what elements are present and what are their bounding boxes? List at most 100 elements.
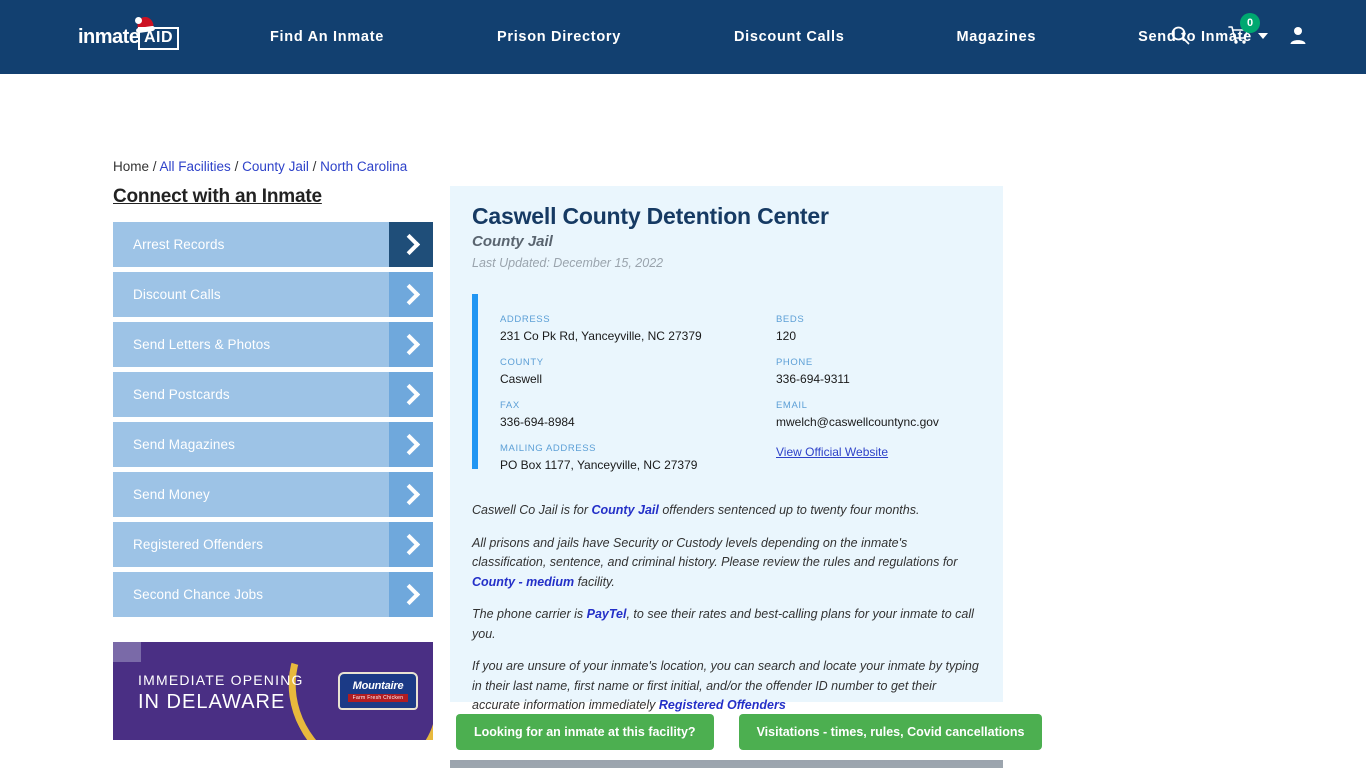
- chevron-right-icon: [389, 472, 433, 517]
- breadcrumb-home[interactable]: Home: [113, 159, 149, 174]
- inline-link[interactable]: Registered Offenders: [659, 698, 786, 712]
- detail-mailing-address: MAILING ADDRESS PO Box 1177, Yanceyville…: [500, 443, 776, 472]
- ad-headline-line1: IMMEDIATE OPENING: [138, 672, 304, 688]
- detail-label: BEDS: [776, 314, 805, 325]
- detail-label: COUNTY: [500, 357, 544, 368]
- description-paragraph-1: Caswell Co Jail is for County Jail offen…: [472, 503, 920, 517]
- sidebar-item-second-chance-jobs[interactable]: Second Chance Jobs: [113, 572, 433, 617]
- sidebar-item-label: Discount Calls: [133, 287, 221, 302]
- ad-corner-accent: [113, 642, 141, 662]
- detail-value: 336-694-8984: [500, 415, 575, 429]
- detail-label: EMAIL: [776, 400, 808, 411]
- detail-label: ADDRESS: [500, 314, 551, 325]
- facility-details-box: ADDRESS 231 Co Pk Rd, Yanceyville, NC 27…: [472, 294, 982, 472]
- sidebar-item-send-magazines[interactable]: Send Magazines: [113, 422, 433, 467]
- sidebar-advertisement[interactable]: IMMEDIATE OPENING IN DELAWARE Mountaire …: [113, 642, 433, 740]
- detail-value: Caswell: [500, 372, 543, 386]
- ad-headline-line2: IN DELAWARE: [138, 691, 286, 713]
- detail-county: COUNTY Caswell: [500, 357, 776, 386]
- sidebar-item-label: Second Chance Jobs: [133, 587, 264, 602]
- nav-icon-group: 0: [1170, 0, 1308, 74]
- sidebar-item-discount-calls[interactable]: Discount Calls: [113, 272, 433, 317]
- detail-beds: BEDS 120: [776, 314, 982, 343]
- sidebar-item-label: Send Money: [133, 487, 210, 502]
- cart-count-badge: 0: [1240, 12, 1260, 33]
- official-website-link[interactable]: View Official Website: [776, 445, 888, 459]
- detail-value: 120: [776, 329, 797, 343]
- inline-link[interactable]: County - medium: [472, 575, 574, 589]
- sidebar-item-label: Send Postcards: [133, 387, 230, 402]
- sidebar-item-registered-offenders[interactable]: Registered Offenders: [113, 522, 433, 567]
- nav-item-find-an-inmate[interactable]: Find An Inmate: [270, 29, 384, 45]
- chevron-right-icon: [389, 372, 433, 417]
- nav-item-magazines[interactable]: Magazines: [957, 29, 1037, 45]
- sidebar-item-send-money[interactable]: Send Money: [113, 472, 433, 517]
- site-logo[interactable]: inmate AID: [78, 15, 188, 54]
- page-title: Caswell County Detention Center: [472, 203, 829, 229]
- chevron-right-icon: [389, 222, 433, 267]
- breadcrumb-north-carolina[interactable]: North Carolina: [320, 159, 407, 174]
- user-account-icon[interactable]: [1288, 25, 1308, 50]
- find-inmate-button[interactable]: Looking for an inmate at this facility?: [456, 714, 714, 750]
- sidebar-item-send-postcards[interactable]: Send Postcards: [113, 372, 433, 417]
- chevron-right-icon: [389, 322, 433, 367]
- ad-brand-tagline: Farm Fresh Chicken: [347, 694, 409, 702]
- page-body: Home / All Facilities / County Jail / No…: [0, 74, 1366, 768]
- description-paragraph-3: The phone carrier is PayTel, to see thei…: [472, 607, 974, 641]
- detail-value: mwelch@caswellcountync.gov: [776, 415, 939, 429]
- detail-value: PO Box 1177, Yanceyville, NC 27379: [500, 458, 698, 472]
- nav-item-prison-directory[interactable]: Prison Directory: [497, 29, 621, 45]
- detail-label: FAX: [500, 400, 520, 411]
- chevron-right-icon: [389, 272, 433, 317]
- chevron-right-icon: [389, 522, 433, 567]
- sidebar: Connect with an Inmate Arrest Records Di…: [113, 186, 433, 622]
- detail-label: PHONE: [776, 357, 813, 368]
- search-icon[interactable]: [1170, 25, 1190, 50]
- breadcrumb: Home / All Facilities / County Jail / No…: [113, 159, 407, 174]
- logo-wordmark: inmate: [78, 26, 140, 48]
- detail-email: EMAIL mwelch@caswellcountync.gov: [776, 400, 982, 429]
- description-paragraph-2: All prisons and jails have Security or C…: [472, 535, 958, 589]
- sidebar-item-label: Registered Offenders: [133, 537, 264, 552]
- sidebar-item-send-letters-photos[interactable]: Send Letters & Photos: [113, 322, 433, 367]
- nav-item-discount-calls[interactable]: Discount Calls: [734, 29, 845, 45]
- photo-sky: [450, 760, 1003, 768]
- sidebar-heading: Connect with an Inmate: [113, 186, 322, 207]
- sidebar-item-label: Arrest Records: [133, 237, 225, 252]
- inline-link[interactable]: PayTel: [587, 607, 627, 621]
- accent-bar: [472, 294, 478, 469]
- last-updated-text: Last Updated: December 15, 2022: [472, 256, 664, 270]
- visitations-button[interactable]: Visitations - times, rules, Covid cancel…: [738, 714, 1043, 750]
- facility-info-card: Caswell County Detention Center County J…: [450, 186, 1003, 712]
- detail-phone: PHONE 336-694-9311: [776, 357, 982, 386]
- chevron-right-icon: [389, 572, 433, 617]
- sidebar-item-label: Send Letters & Photos: [133, 337, 271, 352]
- cart-icon[interactable]: 0: [1228, 12, 1260, 50]
- detail-value: 336-694-9311: [776, 372, 850, 386]
- details-column-right: BEDS 120 PHONE 336-694-9311 EMAIL mwelch…: [776, 314, 982, 486]
- logo-badge: AID: [138, 27, 180, 50]
- top-navigation-bar: inmate AID Find An Inmate Prison Directo…: [0, 0, 1366, 74]
- detail-fax: FAX 336-694-8984: [500, 400, 776, 429]
- primary-nav-links: Find An Inmate Prison Directory Discount…: [250, 0, 1268, 74]
- breadcrumb-separator-2: /: [234, 159, 243, 174]
- facility-exterior-photo: [450, 760, 1003, 768]
- detail-label: MAILING ADDRESS: [500, 443, 597, 454]
- sidebar-item-label: Send Magazines: [133, 437, 235, 452]
- detail-address: ADDRESS 231 Co Pk Rd, Yanceyville, NC 27…: [500, 314, 776, 343]
- chevron-right-icon: [389, 422, 433, 467]
- facility-description: Caswell Co Jail is for County Jail offen…: [472, 501, 984, 729]
- ad-advertiser-logo: Mountaire Farm Fresh Chicken: [338, 672, 418, 710]
- breadcrumb-all-facilities[interactable]: All Facilities: [160, 159, 231, 174]
- sidebar-item-arrest-records[interactable]: Arrest Records: [113, 222, 433, 267]
- detail-value: 231 Co Pk Rd, Yanceyville, NC 27379: [500, 329, 702, 343]
- description-paragraph-4: If you are unsure of your inmate's locat…: [472, 659, 979, 712]
- breadcrumb-separator-1: /: [152, 159, 160, 174]
- facility-type: County Jail: [472, 233, 553, 250]
- details-column-left: ADDRESS 231 Co Pk Rd, Yanceyville, NC 27…: [500, 314, 776, 486]
- ad-brand-name: Mountaire: [352, 680, 404, 692]
- cta-button-row: Looking for an inmate at this facility? …: [456, 714, 1043, 750]
- inline-link[interactable]: County Jail: [591, 503, 658, 517]
- detail-website: View Official Website: [776, 443, 982, 461]
- breadcrumb-county-jail[interactable]: County Jail: [242, 159, 309, 174]
